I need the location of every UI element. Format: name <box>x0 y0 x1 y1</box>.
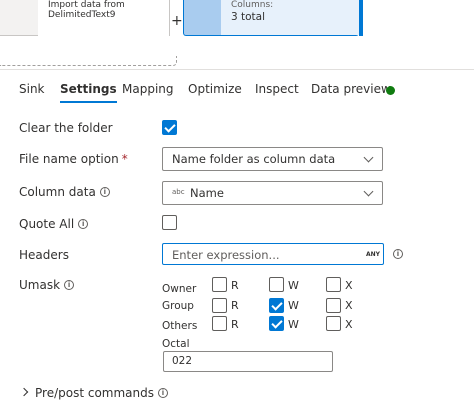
others-read-label: R <box>231 318 239 331</box>
headers-expression-input[interactable]: Enter expression... ANY <box>162 243 384 265</box>
sink-node-selection-bar <box>359 0 363 36</box>
chevron-down-icon <box>363 186 374 197</box>
others-execute-label: X <box>345 318 353 331</box>
tab-optimize[interactable]: Optimize <box>188 82 242 96</box>
info-icon: i <box>64 280 75 290</box>
settings-tabs: Sink Settings Mapping Optimize Inspect D… <box>0 78 474 104</box>
others-execute-checkbox[interactable] <box>326 316 341 331</box>
group-write-label: W <box>288 299 299 312</box>
chevron-right-icon <box>19 387 29 397</box>
source-node[interactable]: Import data from DelimitedText9 <box>0 0 170 36</box>
group-read-checkbox[interactable] <box>212 298 227 313</box>
file-name-option-value: Name folder as column data <box>172 152 336 166</box>
required-marker: * <box>121 152 128 166</box>
umask-row-others-label: Others <box>162 320 198 332</box>
owner-write-checkbox[interactable] <box>269 277 284 292</box>
others-read-checkbox[interactable] <box>212 316 227 331</box>
pipeline-canvas: Import data from DelimitedText9 + Column… <box>0 0 474 70</box>
chevron-down-icon <box>363 152 374 163</box>
info-icon: i <box>78 219 89 229</box>
octal-label: Octal <box>162 338 190 350</box>
headers-label: Headers <box>19 248 69 262</box>
source-node-line1: Import data from <box>48 0 125 10</box>
octal-value: 022 <box>172 355 193 367</box>
column-data-label: Column data i <box>19 185 110 199</box>
file-name-option-label: File name option * <box>19 152 128 166</box>
quote-all-checkbox[interactable] <box>162 215 177 230</box>
source-node-line2: DelimitedText9 <box>48 10 116 20</box>
others-write-checkbox[interactable] <box>269 316 284 331</box>
others-write-label: W <box>288 318 299 331</box>
string-type-icon: abc <box>172 188 185 196</box>
add-transform-button[interactable]: + <box>171 14 183 28</box>
pre-post-commands-label: Pre/post commands <box>35 386 154 400</box>
info-icon: i <box>393 249 403 259</box>
tab-data-preview[interactable]: Data preview <box>311 82 391 96</box>
group-read-label: R <box>231 299 239 312</box>
clear-folder-label: Clear the folder <box>19 121 113 135</box>
any-type-badge: ANY <box>365 251 380 258</box>
column-data-value: Name <box>190 186 224 200</box>
file-name-option-select[interactable]: Name folder as column data <box>162 147 383 171</box>
data-preview-status-dot <box>386 86 395 95</box>
group-write-checkbox[interactable] <box>269 298 284 313</box>
sink-node-columns-label: Columns: <box>231 0 274 10</box>
column-data-select[interactable]: abc Name <box>162 181 383 205</box>
group-execute-label: X <box>345 299 353 312</box>
sink-node[interactable]: Columns: 3 total <box>183 0 360 36</box>
octal-input[interactable]: 022 <box>163 351 333 372</box>
headers-placeholder: Enter expression... <box>172 248 280 262</box>
umask-text: Umask <box>19 278 61 292</box>
info-icon: i <box>99 187 110 197</box>
owner-execute-label: X <box>345 279 353 292</box>
sink-node-columns-value: 3 total <box>231 11 266 23</box>
owner-read-label: R <box>231 279 239 292</box>
info-icon: i <box>158 388 168 398</box>
group-execute-checkbox[interactable] <box>326 298 341 313</box>
tab-settings[interactable]: Settings <box>60 82 117 103</box>
canvas-dashed-guide <box>0 56 177 66</box>
pre-post-commands-expander[interactable]: Pre/post commands i <box>19 386 168 400</box>
file-name-option-text: File name option <box>19 152 119 166</box>
tab-sink[interactable]: Sink <box>19 82 45 96</box>
quote-all-text: Quote All <box>19 217 75 231</box>
column-data-text: Column data <box>19 185 96 199</box>
owner-write-label: W <box>288 279 299 292</box>
source-node-label: Import data from DelimitedText9 <box>48 0 158 20</box>
clear-folder-checkbox[interactable] <box>162 120 177 135</box>
tab-mapping[interactable]: Mapping <box>122 82 174 96</box>
owner-execute-checkbox[interactable] <box>326 277 341 292</box>
tab-inspect[interactable]: Inspect <box>255 82 299 96</box>
canvas-separator <box>0 69 474 70</box>
umask-row-owner-label: Owner <box>162 283 197 295</box>
umask-label: Umask i <box>19 278 75 292</box>
quote-all-label: Quote All i <box>19 217 89 231</box>
owner-read-checkbox[interactable] <box>212 277 227 292</box>
umask-row-group-label: Group <box>162 300 194 312</box>
